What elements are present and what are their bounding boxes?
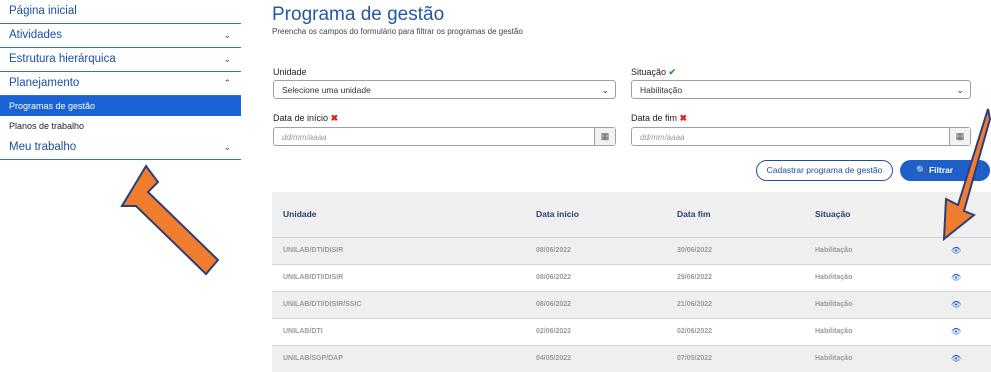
page-title: Programa de gestão — [272, 4, 445, 25]
page-subtitle: Preencha os campos do formulário para fi… — [272, 27, 523, 36]
chevron-up-icon: ⌃ — [223, 78, 231, 88]
x-icon: ✖ — [679, 113, 688, 123]
sidebar-item-label: Meu trabalho — [9, 141, 77, 153]
view-eye-icon[interactable]: 👁 — [951, 292, 961, 318]
sidebar-subitem-label: Planos de trabalho — [9, 121, 85, 131]
sidebar-subitem-programs[interactable]: Programas de gestão — [0, 96, 241, 116]
table-row[interactable]: UNILAB/DTI 02/06/2022 02/06/2022 Habilit… — [272, 318, 991, 345]
cell-end-date: 07/05/2022 — [677, 355, 713, 362]
cell-unit: UNILAB/DTI/DISIR — [283, 274, 344, 281]
unit-select[interactable]: Selecione uma unidade ⌄ — [273, 80, 616, 99]
search-icon: 🔍 — [916, 165, 927, 175]
column-header-start-date[interactable]: Data início — [536, 192, 579, 237]
end-date-placeholder: dd/mm/aaaa — [640, 133, 685, 142]
end-date-input[interactable]: dd/mm/aaaa ▦ — [631, 127, 971, 146]
register-program-button[interactable]: Cadastrar programa de gestão — [756, 160, 893, 181]
cell-unit: UNILAB/DTI/DISIR/SSIC — [283, 301, 362, 308]
chevron-down-icon: ⌄ — [601, 85, 609, 95]
start-date-placeholder: dd/mm/aaaa — [282, 133, 327, 142]
sidebar-item-label: Estrutura hierárquica — [9, 53, 116, 65]
calendar-icon[interactable]: ▦ — [594, 128, 615, 145]
cell-end-date: 30/06/2022 — [677, 247, 713, 254]
column-header-situation[interactable]: Situação — [815, 192, 850, 237]
annotation-arrow-left — [120, 164, 220, 276]
sidebar-item-planning[interactable]: Planejamento ⌃ — [0, 72, 241, 96]
cell-end-date: 21/06/2022 — [677, 301, 713, 308]
chevron-down-icon: ⌄ — [223, 30, 231, 40]
cell-end-date: 29/06/2022 — [677, 274, 713, 281]
view-eye-icon[interactable]: 👁 — [951, 265, 961, 291]
situation-label: Situação ✔ — [631, 67, 677, 77]
cell-situation: Habilitação — [815, 274, 853, 281]
cell-situation: Habilitação — [815, 355, 853, 362]
start-date-label: Data de início ✖ — [273, 113, 339, 123]
table-row[interactable]: UNILAB/DTI/DISIR 08/06/2022 29/06/2022 H… — [272, 264, 991, 291]
table-row[interactable]: UNILAB/DTI/DISIR 08/06/2022 30/06/2022 H… — [272, 237, 991, 264]
sidebar-subitem-label: Programas de gestão — [9, 101, 96, 111]
cell-unit: UNILAB/SGP/DAP — [283, 355, 343, 362]
cell-start-date: 08/06/2022 — [536, 274, 572, 281]
sidebar-item-label: Planejamento — [9, 77, 80, 89]
cell-situation: Habilitação — [815, 247, 853, 254]
sidebar-subitem-plans[interactable]: Planos de trabalho — [0, 116, 241, 136]
chevron-down-icon: ⌄ — [223, 142, 231, 152]
view-eye-icon[interactable]: 👁 — [951, 319, 961, 345]
chevron-down-icon: ⌄ — [956, 85, 964, 95]
sidebar: Página inicial Atividades ⌄ Estrutura hi… — [0, 0, 241, 160]
cell-start-date: 02/06/2022 — [536, 328, 572, 335]
cell-unit: UNILAB/DTI — [283, 328, 323, 335]
table-header: Unidade Data início Data fim Situação — [272, 192, 991, 237]
cell-start-date: 04/05/2022 — [536, 355, 572, 362]
cell-situation: Habilitação — [815, 301, 853, 308]
cell-unit: UNILAB/DTI/DISIR — [283, 247, 344, 254]
table-row[interactable]: UNILAB/DTI/DISIR/SSIC 08/06/2022 21/06/2… — [272, 291, 991, 318]
sidebar-item-label: Atividades — [9, 29, 63, 41]
unit-label: Unidade — [273, 67, 307, 77]
check-icon: ✔ — [668, 67, 677, 77]
cell-start-date: 08/06/2022 — [536, 247, 572, 254]
cell-start-date: 08/06/2022 — [536, 301, 572, 308]
annotation-arrow-right — [942, 108, 991, 242]
table-row[interactable]: UNILAB/SGP/DAP 04/05/2022 07/05/2022 Hab… — [272, 345, 991, 372]
sidebar-item-activities[interactable]: Atividades ⌄ — [0, 24, 241, 48]
unit-select-value: Selecione uma unidade — [282, 85, 371, 95]
sidebar-item-hierarchy[interactable]: Estrutura hierárquica ⌄ — [0, 48, 241, 72]
column-header-end-date[interactable]: Data fim — [677, 192, 711, 237]
start-date-input[interactable]: dd/mm/aaaa ▦ — [273, 127, 616, 146]
sidebar-item-home[interactable]: Página inicial — [0, 0, 241, 24]
column-header-unit[interactable]: Unidade — [283, 192, 317, 237]
cell-situation: Habilitação — [815, 328, 853, 335]
end-date-label: Data de fim ✖ — [631, 113, 688, 123]
situation-select[interactable]: Habilitação ⌄ — [631, 80, 971, 99]
sidebar-item-my-work[interactable]: Meu trabalho ⌄ — [0, 136, 241, 160]
cell-end-date: 02/06/2022 — [677, 328, 713, 335]
x-icon: ✖ — [330, 113, 339, 123]
sidebar-item-label: Página inicial — [9, 5, 77, 17]
view-eye-icon[interactable]: 👁 — [951, 346, 961, 372]
chevron-down-icon: ⌄ — [223, 54, 231, 64]
situation-select-value: Habilitação — [640, 85, 683, 95]
